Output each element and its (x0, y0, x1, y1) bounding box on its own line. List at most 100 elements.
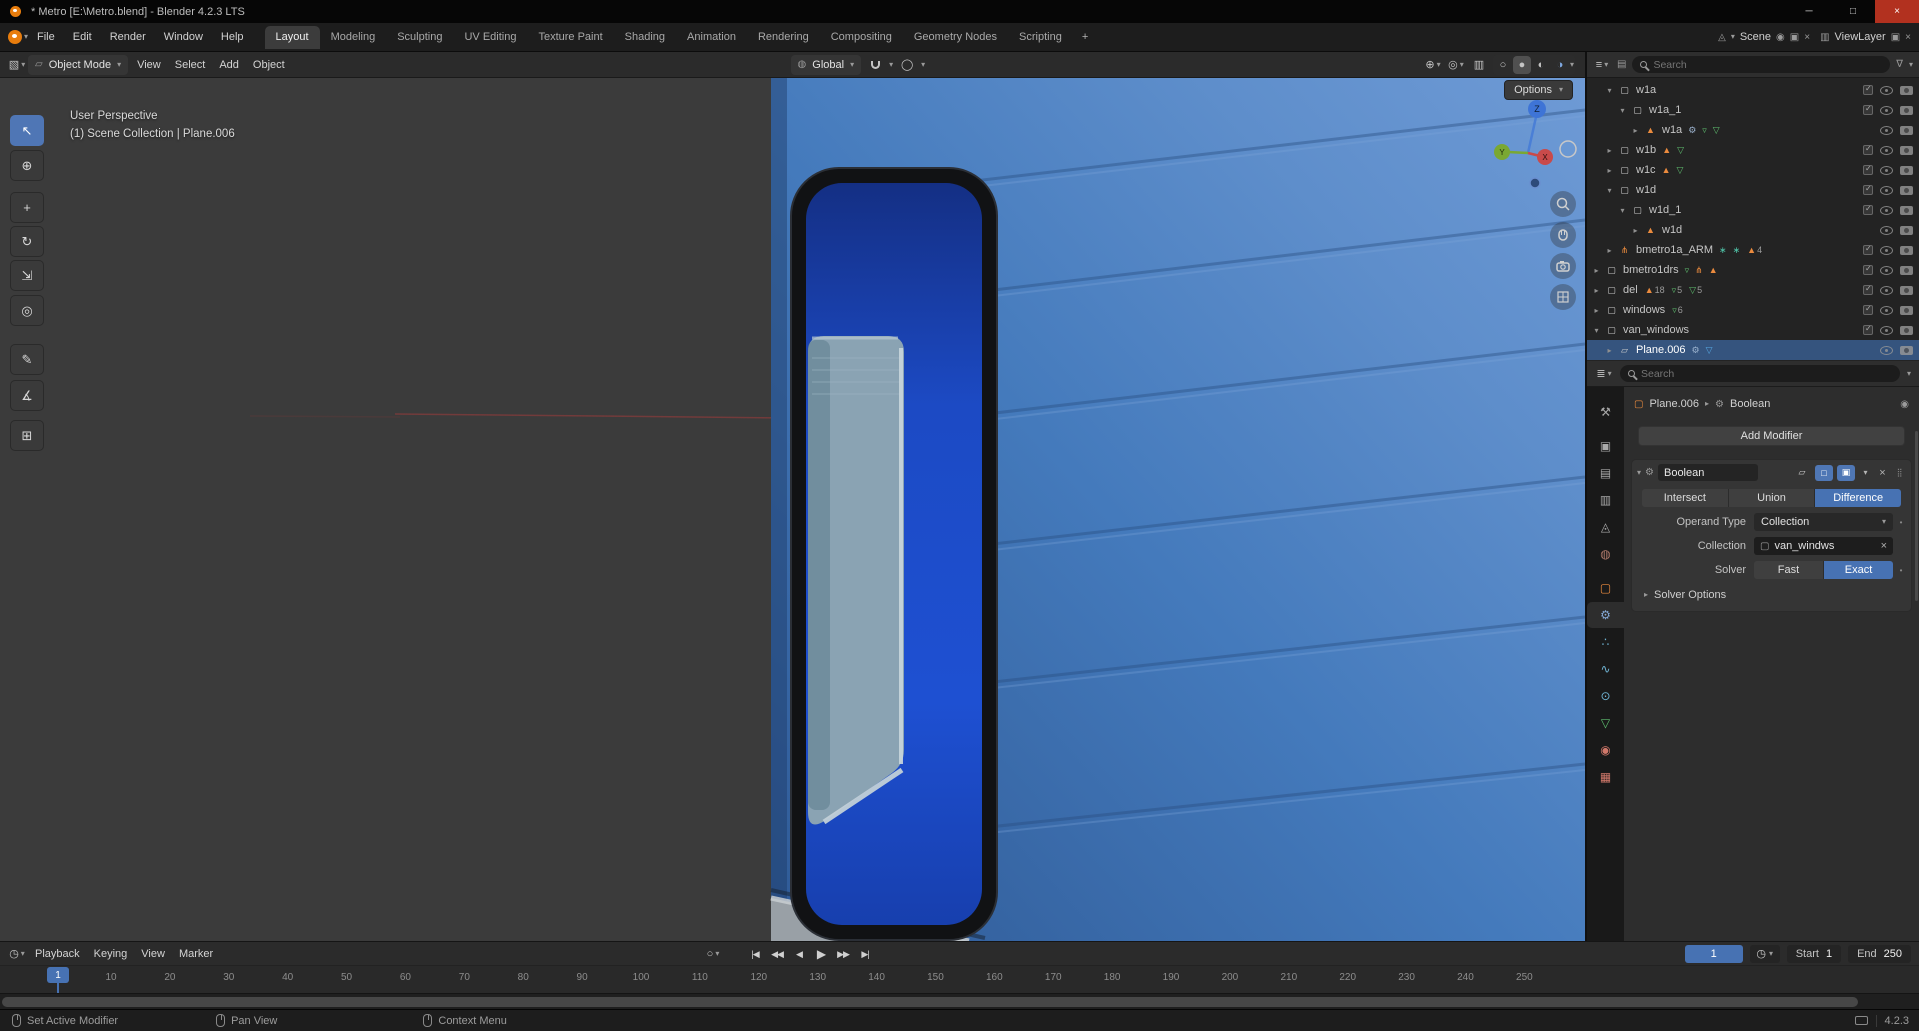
mode-dropdown[interactable]: ▱ Object Mode ▾ (28, 54, 129, 75)
operation-intersect-button[interactable]: Intersect (1642, 489, 1729, 507)
chevron-down-icon[interactable]: ▾ (1617, 106, 1628, 115)
render-display-toggle[interactable]: ▣ (1837, 464, 1855, 481)
chevron-down-icon[interactable]: ▾ (1604, 86, 1615, 95)
pan-hand-button[interactable] (1550, 222, 1576, 248)
timeline-menu-view[interactable]: View (134, 948, 172, 960)
checkbox-icon[interactable] (1863, 304, 1873, 315)
chevron-right-icon[interactable]: ▸ (1604, 146, 1615, 155)
chevron-down-icon[interactable]: ▾ (1617, 206, 1628, 215)
pin-icon[interactable]: ◉ (1900, 399, 1909, 410)
chevron-right-icon[interactable]: ▸ (1604, 246, 1615, 255)
end-frame-field[interactable]: End 250 (1848, 944, 1911, 963)
outliner-item-w1a[interactable]: ▾ ▢ w1a (1587, 80, 1919, 100)
shading-chevron-icon[interactable]: ▾ (1570, 60, 1574, 69)
camera-icon[interactable] (1900, 205, 1913, 215)
unlink-scene-icon[interactable]: × (1804, 32, 1810, 43)
properties-tab-object[interactable]: ▢ (1587, 575, 1624, 601)
operation-difference-button[interactable]: Difference (1815, 489, 1901, 507)
camera-icon[interactable] (1900, 345, 1913, 355)
operand-type-dropdown[interactable]: Collection ▾ (1754, 513, 1893, 531)
tool-add-cube[interactable]: ⊞ (10, 420, 44, 451)
modifier-name-field[interactable] (1657, 464, 1758, 481)
camera-icon[interactable] (1900, 245, 1913, 255)
animate-decorator-icon[interactable]: • (1897, 566, 1905, 575)
outliner-item-w1b[interactable]: ▸ ▢ w1b ▲ ▽ (1587, 140, 1919, 160)
xray-toggle-button[interactable]: ▥ (1470, 55, 1488, 75)
timeline-menu-marker[interactable]: Marker (172, 948, 220, 960)
properties-tab-world[interactable]: ◍ (1587, 541, 1624, 567)
workspace-tab-animation[interactable]: Animation (676, 26, 747, 49)
eye-icon[interactable] (1880, 85, 1893, 95)
eye-icon[interactable] (1880, 185, 1893, 195)
menu-window[interactable]: Window (155, 31, 212, 43)
solver-fast-button[interactable]: Fast (1754, 561, 1824, 579)
jump-to-end-button[interactable]: ▶| (855, 944, 875, 964)
editor-type-outliner-button[interactable]: ≡ ▾ (1593, 55, 1611, 75)
start-frame-field[interactable]: Start 1 (1786, 944, 1842, 963)
workspace-tab-scripting[interactable]: Scripting (1008, 26, 1073, 49)
realtime-display-toggle[interactable]: □ (1815, 464, 1833, 481)
properties-tab-object-data[interactable]: ▽ (1587, 710, 1624, 736)
breadcrumb-object[interactable]: Plane.006 (1649, 398, 1699, 410)
timeline-menu-playback[interactable]: Playback (28, 948, 87, 960)
minimize-button[interactable]: ─ (1787, 0, 1831, 23)
checkbox-icon[interactable] (1863, 164, 1873, 175)
camera-view-button[interactable] (1550, 253, 1576, 279)
outliner-item-plane-006[interactable]: ▸ ▱ Plane.006 ⚙ ▽ (1587, 340, 1919, 360)
add-modifier-button[interactable]: Add Modifier (1638, 426, 1905, 446)
checkbox-icon[interactable] (1863, 84, 1873, 95)
camera-icon[interactable] (1900, 325, 1913, 335)
play-reverse-button[interactable]: ◀ (789, 944, 809, 964)
outliner-search-input[interactable] (1653, 58, 1883, 71)
eye-icon[interactable] (1880, 165, 1893, 175)
eye-icon[interactable] (1880, 305, 1893, 315)
animate-decorator-icon[interactable]: • (1897, 518, 1905, 527)
tool-annotate[interactable]: ✎ (10, 344, 44, 375)
jump-to-next-keyframe-button[interactable]: ▶▶ (833, 944, 853, 964)
scrollbar-handle[interactable] (2, 997, 1858, 1007)
proportional-falloff-chevron-icon[interactable]: ▾ (921, 60, 925, 69)
zoom-button[interactable] (1550, 191, 1576, 217)
collection-field[interactable]: ▢ van_windws × (1754, 537, 1893, 555)
filter-icon[interactable]: ∇ (1896, 59, 1903, 70)
outliner-item-bmetro1a-arm[interactable]: ▸ ⋔ bmetro1a_ARM ∗ ∗ ▲ 4 (1587, 240, 1919, 260)
checkbox-icon[interactable] (1863, 324, 1873, 335)
jump-to-start-button[interactable]: |◀ (745, 944, 765, 964)
properties-tab-view-layer[interactable]: ▥ (1587, 487, 1624, 513)
transform-orientation-dropdown[interactable]: ◍ Global ▾ (790, 54, 862, 75)
current-frame-field[interactable]: 1 (1684, 944, 1743, 963)
chevron-right-icon[interactable]: ▸ (1630, 226, 1641, 235)
outliner-item-van-windows[interactable]: ▾ ▢ van_windows (1587, 320, 1919, 340)
outliner-item-w1d[interactable]: ▸ ▲ w1d (1587, 220, 1919, 240)
display-mode-icon[interactable]: ▤ (1617, 59, 1626, 70)
properties-options-chevron-icon[interactable]: ▾ (1907, 369, 1911, 378)
viewport-menu-object[interactable]: Object (246, 59, 292, 71)
properties-scrollbar[interactable] (1915, 431, 1918, 601)
edit-mode-toggle[interactable]: ▱ (1793, 465, 1811, 481)
eye-icon[interactable] (1880, 245, 1893, 255)
3d-viewport[interactable]: ▧ ▾ ▱ Object Mode ▾ View Select Add Object … (0, 52, 1585, 941)
properties-tab-scene[interactable]: ◬ (1587, 514, 1624, 540)
workspace-tab-uv-editing[interactable]: UV Editing (453, 26, 527, 49)
solver-exact-button[interactable]: Exact (1824, 561, 1893, 579)
outliner-item-w1d[interactable]: ▾ ▢ w1d (1587, 180, 1919, 200)
eye-icon[interactable] (1880, 225, 1893, 235)
proportional-editing-button[interactable]: ◯ (898, 55, 916, 75)
play-button[interactable]: ▶ (811, 944, 831, 964)
camera-icon[interactable] (1900, 305, 1913, 315)
pin-scene-icon[interactable]: ◉ (1776, 32, 1785, 43)
camera-icon[interactable] (1900, 85, 1913, 95)
chevron-down-icon[interactable]: ▾ (1591, 326, 1602, 335)
camera-icon[interactable] (1900, 265, 1913, 275)
camera-icon[interactable] (1900, 145, 1913, 155)
eye-icon[interactable] (1880, 125, 1893, 135)
options-button[interactable]: Options ▾ (1504, 80, 1573, 100)
shading-wireframe-button[interactable]: ○ (1494, 56, 1512, 74)
snap-toggle-button[interactable] (866, 55, 884, 75)
checkbox-icon[interactable] (1863, 184, 1873, 195)
tool-move[interactable]: + (10, 192, 44, 223)
outliner-search[interactable] (1632, 56, 1891, 73)
solver-options-expander[interactable]: ▸ Solver Options (1644, 589, 1899, 601)
camera-icon[interactable] (1900, 105, 1913, 115)
properties-tab-texture[interactable]: ▦ (1587, 764, 1624, 790)
